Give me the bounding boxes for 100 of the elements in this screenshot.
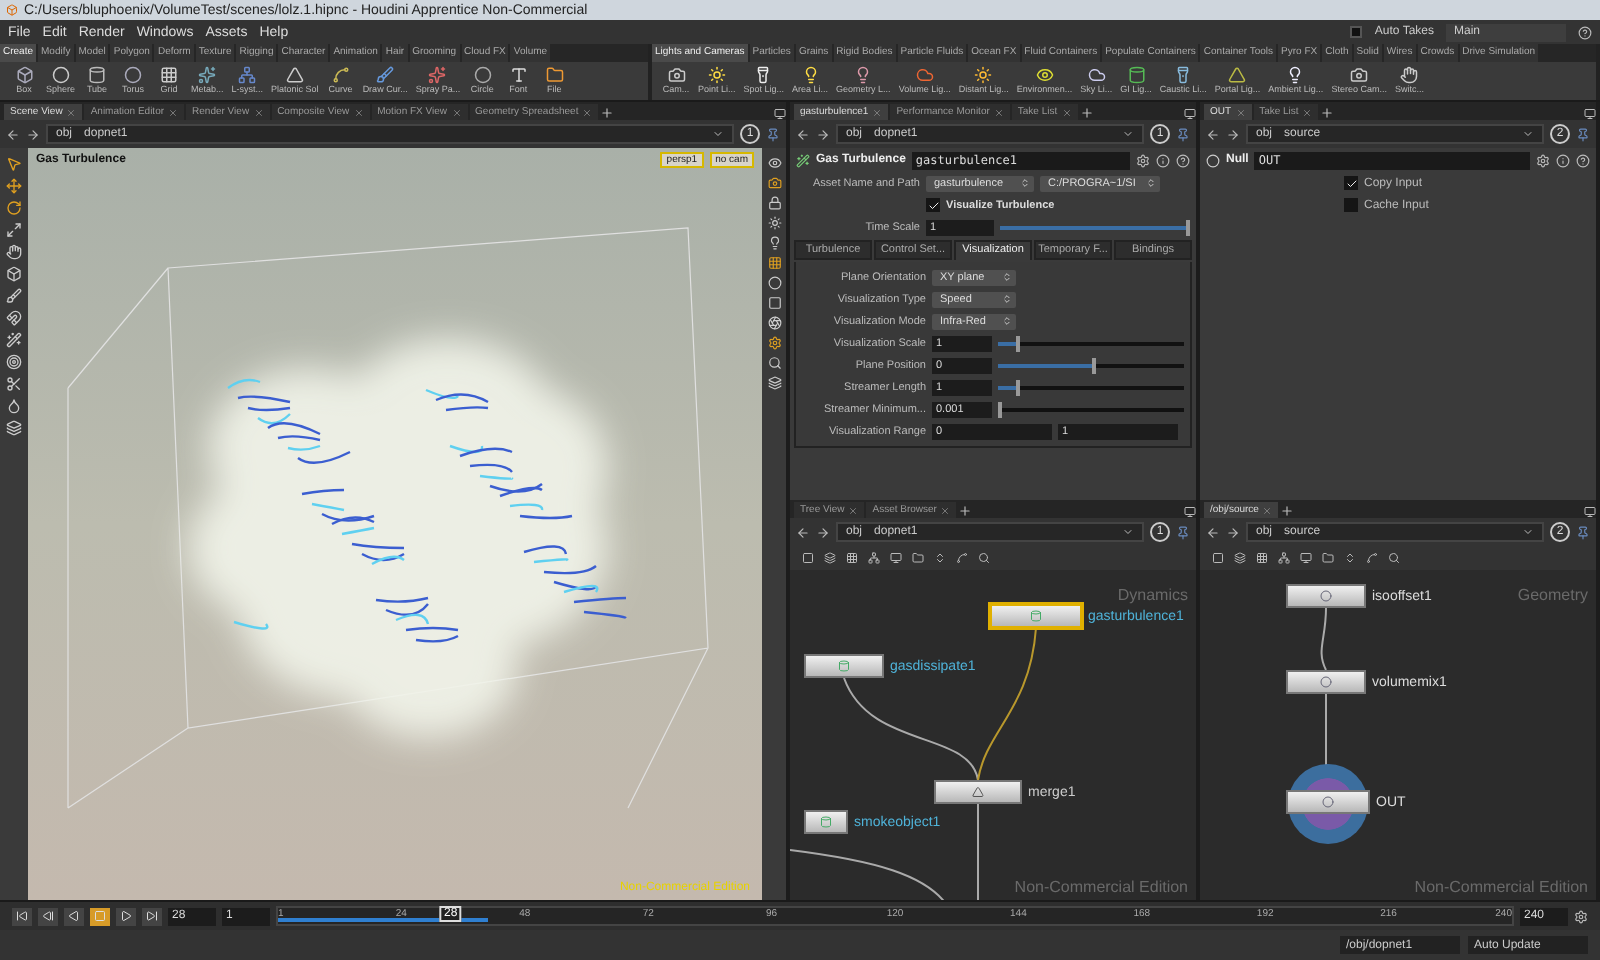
search-icon[interactable]	[767, 356, 781, 370]
forward-icon[interactable]	[816, 525, 830, 539]
layout-icon[interactable]	[1584, 108, 1596, 120]
settings-icon[interactable]	[1536, 153, 1550, 167]
stereo-camera-icon[interactable]	[1350, 66, 1369, 85]
eye-icon[interactable]	[1035, 66, 1054, 85]
settings-icon[interactable]	[1574, 909, 1588, 923]
sun-icon[interactable]	[707, 66, 726, 85]
circle-icon[interactable]	[473, 66, 492, 85]
list-icon[interactable]	[1234, 552, 1246, 564]
layout-icon[interactable]	[1184, 108, 1196, 120]
network-node[interactable]	[1286, 790, 1370, 814]
scale-icon[interactable]	[6, 222, 22, 238]
dropdown-icon[interactable]	[1522, 128, 1534, 140]
search-icon[interactable]	[978, 552, 990, 564]
forward-icon[interactable]	[816, 127, 830, 141]
hand-icon[interactable]	[1400, 66, 1419, 85]
search-icon[interactable]	[1388, 552, 1400, 564]
grid-icon[interactable]	[160, 66, 179, 85]
forward-icon[interactable]	[1226, 525, 1240, 539]
lightbulb-icon[interactable]	[767, 236, 781, 250]
pen-icon[interactable]	[376, 66, 395, 85]
transport-button[interactable]	[116, 907, 136, 925]
lock-icon[interactable]	[767, 196, 781, 210]
camera-icon[interactable]	[767, 176, 781, 190]
layers-icon[interactable]	[767, 376, 781, 390]
move-icon[interactable]	[6, 178, 22, 194]
sun-icon[interactable]	[767, 216, 781, 230]
network-node[interactable]	[1286, 584, 1366, 608]
scissors-icon[interactable]	[6, 376, 22, 392]
sky-icon[interactable]	[1087, 66, 1106, 85]
settings-icon[interactable]	[767, 336, 781, 350]
cylinder-icon[interactable]	[88, 66, 107, 85]
blobs-icon[interactable]	[198, 66, 217, 85]
cube-icon[interactable]	[6, 266, 22, 282]
curve-icon[interactable]	[331, 66, 350, 85]
checkbox[interactable]	[1344, 198, 1358, 212]
wand-icon[interactable]	[6, 332, 22, 348]
grid-icon[interactable]	[1256, 552, 1268, 564]
add-tab-icon[interactable]	[1320, 106, 1335, 120]
wire-icon[interactable]	[956, 552, 968, 564]
back-icon[interactable]	[1206, 525, 1220, 539]
settings-icon[interactable]	[1136, 153, 1150, 167]
pin-icon[interactable]	[1176, 525, 1190, 539]
checkbox[interactable]	[1344, 176, 1358, 190]
network-node[interactable]	[804, 654, 884, 678]
layout-icon[interactable]	[1184, 506, 1196, 518]
checkbox[interactable]	[926, 198, 940, 212]
help-icon[interactable]	[1176, 153, 1190, 167]
wire-icon[interactable]	[1366, 552, 1378, 564]
network-node[interactable]	[934, 780, 1022, 804]
transport-button[interactable]	[64, 907, 84, 925]
layers-icon[interactable]	[6, 420, 22, 436]
sun-rays-icon[interactable]	[974, 66, 993, 85]
list-icon[interactable]	[824, 552, 836, 564]
back-icon[interactable]	[796, 525, 810, 539]
help-icon[interactable]	[1576, 153, 1590, 167]
hand-icon[interactable]	[6, 244, 22, 260]
transport-button[interactable]	[142, 907, 162, 925]
branch-icon[interactable]	[238, 66, 257, 85]
transport-button[interactable]	[12, 907, 32, 925]
brush-icon[interactable]	[6, 288, 22, 304]
info-icon[interactable]	[1556, 153, 1570, 167]
back-icon[interactable]	[6, 127, 20, 141]
node-icon[interactable]	[1212, 552, 1224, 564]
lamp-icon[interactable]	[801, 66, 820, 85]
help-icon[interactable]	[1578, 25, 1592, 39]
network-icon[interactable]	[868, 552, 880, 564]
rotate-icon[interactable]	[6, 200, 22, 216]
info-icon[interactable]	[1156, 153, 1170, 167]
slider-thumb[interactable]	[1016, 379, 1021, 395]
dropdown-icon[interactable]	[1122, 526, 1134, 538]
circle-icon[interactable]	[767, 276, 781, 290]
bulb-icon[interactable]	[854, 66, 873, 85]
droplet-icon[interactable]	[6, 398, 22, 414]
grid-icon[interactable]	[767, 256, 781, 270]
spotlight-icon[interactable]	[754, 66, 773, 85]
forward-icon[interactable]	[1226, 127, 1240, 141]
square-icon[interactable]	[767, 296, 781, 310]
network-node[interactable]	[804, 810, 848, 834]
select-icon[interactable]	[6, 156, 22, 172]
font-icon[interactable]	[509, 66, 528, 85]
ambient-bulb-icon[interactable]	[1286, 66, 1305, 85]
slider-thumb[interactable]	[1016, 335, 1021, 351]
add-tab-icon[interactable]	[958, 504, 973, 518]
back-icon[interactable]	[796, 127, 810, 141]
pin-icon[interactable]	[1576, 127, 1590, 141]
aperture-icon[interactable]	[767, 316, 781, 330]
magnet-icon[interactable]	[6, 310, 22, 326]
add-tab-icon[interactable]	[1079, 106, 1094, 120]
grid-icon[interactable]	[846, 552, 858, 564]
folder-icon[interactable]	[545, 66, 564, 85]
add-tab-icon[interactable]	[1280, 504, 1295, 518]
network-node[interactable]	[1286, 670, 1366, 694]
view-icon[interactable]	[890, 552, 902, 564]
target-icon[interactable]	[6, 354, 22, 370]
eye-icon[interactable]	[767, 156, 781, 170]
network-node[interactable]	[990, 604, 1082, 628]
camera-icon[interactable]	[667, 66, 685, 85]
pin-icon[interactable]	[1176, 127, 1190, 141]
